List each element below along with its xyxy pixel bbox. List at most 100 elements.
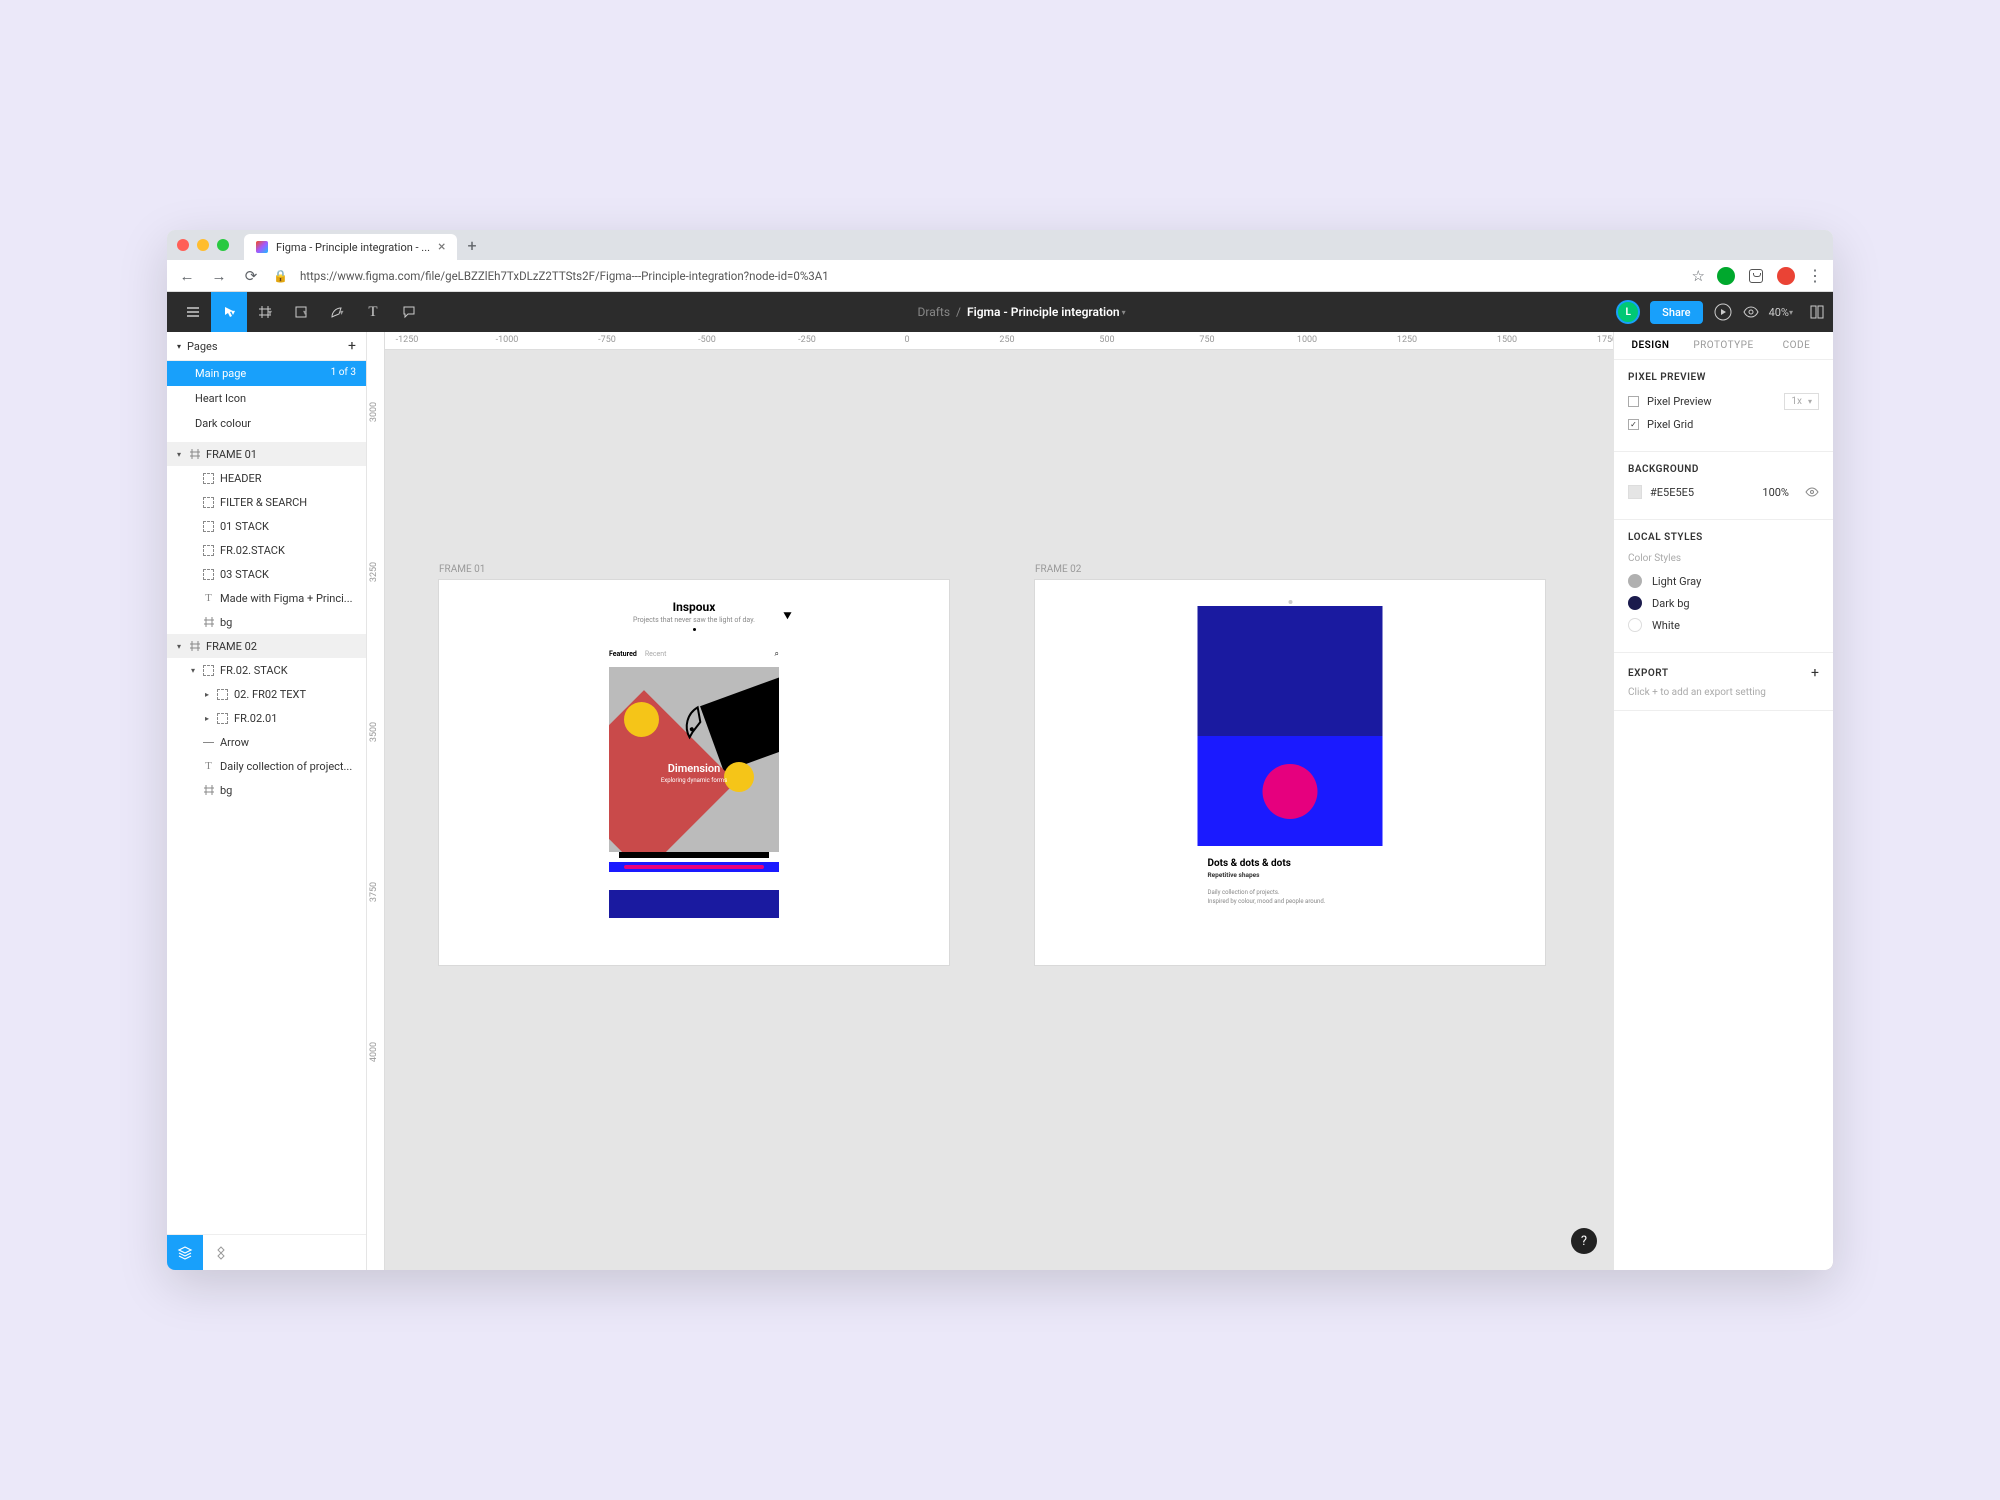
tab-design[interactable]: DESIGN xyxy=(1614,332,1687,359)
background-swatch[interactable] xyxy=(1628,485,1642,499)
pixel-preview-scale-select[interactable]: 1x▾ xyxy=(1784,393,1819,410)
frame02[interactable]: Dots & dots & dots Repetitive shapes Dai… xyxy=(1035,580,1545,965)
close-tab-button[interactable]: × xyxy=(438,239,445,255)
layer-label: Daily collection of project... xyxy=(220,760,360,773)
layer-row[interactable]: FILTER & SEARCH xyxy=(167,490,366,514)
layer-row[interactable]: Arrow xyxy=(167,730,366,754)
new-tab-button[interactable]: + xyxy=(467,236,476,255)
add-page-button[interactable]: + xyxy=(348,338,356,354)
text-icon xyxy=(202,592,215,605)
help-button[interactable]: ? xyxy=(1571,1228,1597,1254)
layer-row[interactable]: Daily collection of project... xyxy=(167,754,366,778)
user-extension-icon[interactable] xyxy=(1777,267,1795,285)
layer-caret-icon[interactable]: ▾ xyxy=(175,450,183,459)
file-breadcrumb[interactable]: Drafts / Figma - Principle integration ▾ xyxy=(427,305,1616,319)
layer-row[interactable]: bg xyxy=(167,778,366,802)
canvas[interactable]: -1250-1000-750-500-250025050075010001250… xyxy=(367,332,1613,1270)
hash-icon xyxy=(188,640,201,653)
back-button[interactable]: ← xyxy=(177,267,197,285)
browser-tab[interactable]: Figma - Principle integration - ... × xyxy=(244,234,457,260)
text-tool-button[interactable]: T xyxy=(355,292,391,332)
layer-caret-icon[interactable]: ▸ xyxy=(203,714,211,723)
pixel-grid-checkbox[interactable] xyxy=(1628,419,1639,430)
page-dark-colour[interactable]: Dark colour xyxy=(167,411,366,436)
layer-row[interactable]: 01 STACK xyxy=(167,514,366,538)
line-icon xyxy=(202,736,215,749)
layer-label: FR.02. STACK xyxy=(220,664,360,677)
layer-label: bg xyxy=(220,784,360,797)
tab-code[interactable]: CODE xyxy=(1760,332,1833,359)
f1-tab-featured: Featured xyxy=(609,650,637,658)
export-hint: Click + to add an export setting xyxy=(1628,687,1819,698)
layer-row[interactable]: Made with Figma + Princi... xyxy=(167,586,366,610)
user-avatar[interactable]: L xyxy=(1616,300,1640,324)
window-minimize-button[interactable] xyxy=(197,239,209,251)
view-settings-button[interactable] xyxy=(1743,304,1759,320)
reload-button[interactable]: ⟳ xyxy=(241,267,261,285)
layer-row[interactable]: bg xyxy=(167,610,366,634)
pages-header[interactable]: ▾ Pages + xyxy=(167,332,366,361)
style-dark-bg[interactable]: Dark bg xyxy=(1628,596,1819,610)
shape-tool-button[interactable]: ▾ xyxy=(283,292,319,332)
background-opacity-input[interactable]: 100% xyxy=(1762,486,1789,499)
background-visibility-toggle[interactable] xyxy=(1805,485,1819,499)
dashed-icon xyxy=(202,496,215,509)
move-tool-button[interactable]: ▾ xyxy=(211,292,247,332)
assets-tab-button[interactable] xyxy=(203,1235,239,1271)
window-zoom-button[interactable] xyxy=(217,239,229,251)
layer-row[interactable]: ▾ FR.02. STACK xyxy=(167,658,366,682)
window-close-button[interactable] xyxy=(177,239,189,251)
share-button[interactable]: Share xyxy=(1650,301,1702,324)
frame01[interactable]: Inspoux Projects that never saw the ligh… xyxy=(439,580,949,965)
style-white[interactable]: White xyxy=(1628,618,1819,632)
layer-label: HEADER xyxy=(220,472,360,485)
background-section: BACKGROUND #E5E5E5 100% xyxy=(1614,452,1833,520)
hash-icon xyxy=(188,448,201,461)
frame-tool-button[interactable]: ▾ xyxy=(247,292,283,332)
library-button[interactable] xyxy=(1809,304,1825,320)
hamburger-menu-button[interactable] xyxy=(175,292,211,332)
frame01-content: Inspoux Projects that never saw the ligh… xyxy=(609,600,779,918)
text-icon xyxy=(202,760,215,773)
zoom-dropdown[interactable]: 40% ▾ xyxy=(1769,306,1793,319)
layer-row[interactable]: ▾FRAME 01 xyxy=(167,442,366,466)
style-light-gray[interactable]: Light Gray xyxy=(1628,574,1819,588)
layers-tab-button[interactable] xyxy=(167,1235,203,1271)
present-button[interactable] xyxy=(1713,302,1733,322)
forward-button[interactable]: → xyxy=(209,267,229,285)
page-main[interactable]: Main page 1 of 3 xyxy=(167,361,366,386)
pixel-preview-checkbox[interactable] xyxy=(1628,396,1639,407)
layer-caret-icon[interactable]: ▸ xyxy=(203,690,211,699)
layer-row[interactable]: ▸FR.02.01 xyxy=(167,706,366,730)
page-heart-icon[interactable]: Heart Icon xyxy=(167,386,366,411)
figma-app: ▾ ▾ ▾ ▾ T Drafts / Figm xyxy=(167,292,1833,1270)
layer-label: 01 STACK xyxy=(220,520,360,533)
evernote-extension-icon[interactable] xyxy=(1717,267,1735,285)
background-hex-input[interactable]: #E5E5E5 xyxy=(1650,486,1710,499)
browser-menu-button[interactable]: ⋮ xyxy=(1807,266,1823,285)
export-section: EXPORT + Click + to add an export settin… xyxy=(1614,653,1833,711)
url-field[interactable]: https://www.figma.com/file/geLBZZlEh7TxD… xyxy=(300,269,1680,283)
comment-tool-button[interactable] xyxy=(391,292,427,332)
hash-icon xyxy=(202,616,215,629)
layer-caret-icon[interactable]: ▾ xyxy=(175,642,183,651)
pen-tool-button[interactable]: ▾ xyxy=(319,292,355,332)
frame01-label[interactable]: FRAME 01 xyxy=(439,564,485,575)
layer-caret-icon[interactable]: ▾ xyxy=(189,666,197,675)
layer-row[interactable]: ▸02. FR02 TEXT xyxy=(167,682,366,706)
tab-prototype[interactable]: PROTOTYPE xyxy=(1687,332,1760,359)
right-panel: DESIGN PROTOTYPE CODE PIXEL PREVIEW Pixe… xyxy=(1613,332,1833,1270)
layer-row[interactable]: ▾FRAME 02 xyxy=(167,634,366,658)
layer-row[interactable]: 03 STACK xyxy=(167,562,366,586)
frame02-label[interactable]: FRAME 02 xyxy=(1035,564,1081,575)
layer-row[interactable]: HEADER xyxy=(167,466,366,490)
breadcrumb-root: Drafts xyxy=(918,305,951,319)
bookmark-button[interactable]: ☆ xyxy=(1692,267,1705,285)
lock-icon[interactable]: 🔒 xyxy=(273,269,288,283)
dashed-icon xyxy=(202,520,215,533)
layer-label: FILTER & SEARCH xyxy=(220,496,360,509)
pocket-extension-icon[interactable] xyxy=(1747,267,1765,285)
background-title: BACKGROUND xyxy=(1628,464,1819,475)
add-export-button[interactable]: + xyxy=(1811,665,1819,681)
layer-row[interactable]: FR.02.STACK xyxy=(167,538,366,562)
